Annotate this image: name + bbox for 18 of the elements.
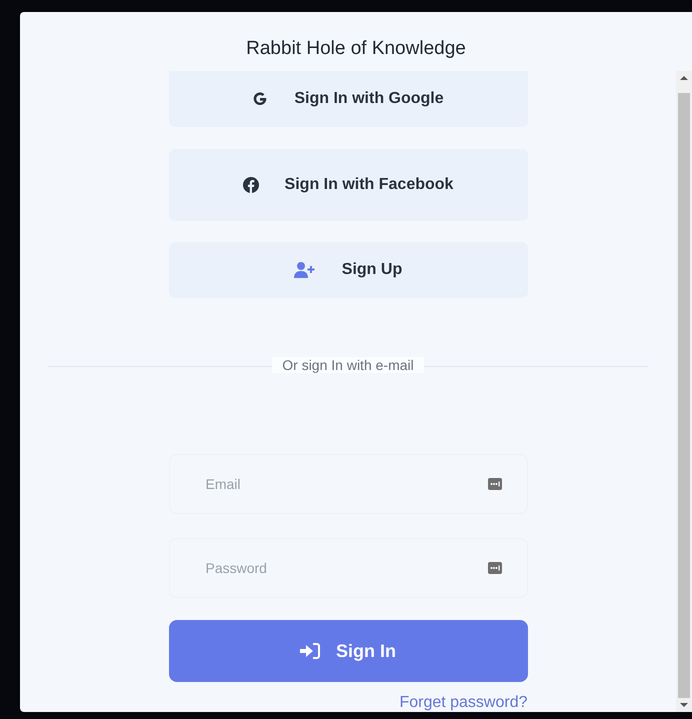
- sign-in-button[interactable]: Sign In: [168, 620, 528, 682]
- google-icon: [252, 91, 268, 107]
- scrollbar[interactable]: [676, 71, 692, 712]
- forgot-password-link[interactable]: Forget password?: [168, 694, 528, 712]
- facebook-icon: [242, 177, 259, 193]
- user-plus-icon: [294, 262, 316, 278]
- input-field[interactable]: Email: [168, 454, 528, 514]
- scroll-down-icon[interactable]: [680, 702, 688, 708]
- signup-button[interactable]: Sign Up: [168, 242, 528, 298]
- facebook-button[interactable]: Sign In with Facebook: [168, 149, 528, 221]
- google-button[interactable]: Sign In with Google: [168, 71, 528, 127]
- autofill-icon: [488, 562, 502, 574]
- autofill-icon: [488, 478, 502, 490]
- sign-in-icon: [300, 643, 320, 659]
- input-field[interactable]: Password: [168, 538, 528, 598]
- dialog-title: Rabbit Hole of Knowledge: [245, 37, 467, 61]
- scroll-up-icon[interactable]: [680, 75, 688, 81]
- divider-label: Or sign In with e-mail: [272, 357, 424, 373]
